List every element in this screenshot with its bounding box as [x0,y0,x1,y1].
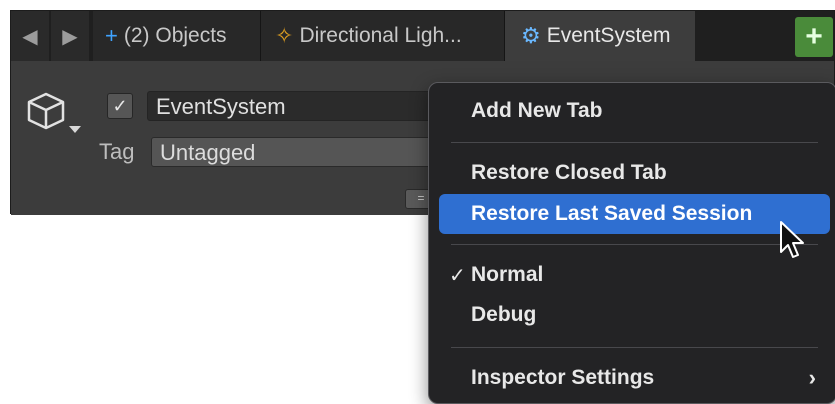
tab-objects[interactable]: + (2) Objects [93,11,261,61]
gameobject-cube-icon [27,92,65,130]
menu-item-inspector-settings[interactable]: Inspector Settings › [439,358,830,398]
object-name-field[interactable]: EventSystem [147,91,447,121]
context-menu: Add New Tab Restore Closed Tab Restore L… [428,82,835,404]
chevron-right-icon: › [808,365,816,390]
next-tab-icon[interactable]: ▶​ [51,11,89,61]
menu-separator [451,244,818,245]
plus-icon: + [105,23,118,48]
checkmark-icon: ✓ [449,264,466,287]
chevron-down-icon[interactable] [69,126,81,133]
menu-item-label: Add New Tab [471,99,603,122]
menu-item-add-new-tab[interactable]: Add New Tab [439,91,830,131]
menu-item-label: Inspector Settings [471,366,655,389]
menu-item-label: Normal [471,263,544,286]
menu-item-restore-closed-tab[interactable]: Restore Closed Tab [439,153,830,193]
prev-tab-icon[interactable]: ◀​ [11,11,49,61]
menu-separator [451,347,818,348]
menu-item-label: Restore Closed Tab [471,161,667,184]
tab-label: Directional Ligh... [299,24,462,47]
tab-bar: ◀​ ▶​ + (2) Objects ✧ Directional Ligh..… [11,11,834,61]
menu-separator [451,142,818,143]
active-checkbox[interactable]: ✓ [107,93,133,119]
light-icon: ✧ [275,23,294,48]
tab-event-system[interactable]: ⚙ EventSystem [505,11,695,61]
event-system-icon: ⚙ [521,23,541,48]
mouse-pointer-icon [780,221,804,258]
menu-item-label: Restore Last Saved Session [471,202,753,225]
tab-directional-light[interactable]: ✧ Directional Ligh... [261,11,505,61]
menu-item-normal[interactable]: ✓ Normal [439,255,830,295]
menu-item-restore-last-saved-session[interactable]: Restore Last Saved Session [439,194,830,234]
tab-label: (2) Objects [123,24,227,47]
tag-label: Tag [99,139,135,164]
tag-dropdown[interactable]: Untagged [151,137,447,167]
tab-label: EventSystem [546,24,671,47]
menu-item-debug[interactable]: Debug [439,295,830,335]
add-tab-icon[interactable]: + [795,17,833,57]
menu-item-label: Debug [471,303,537,326]
